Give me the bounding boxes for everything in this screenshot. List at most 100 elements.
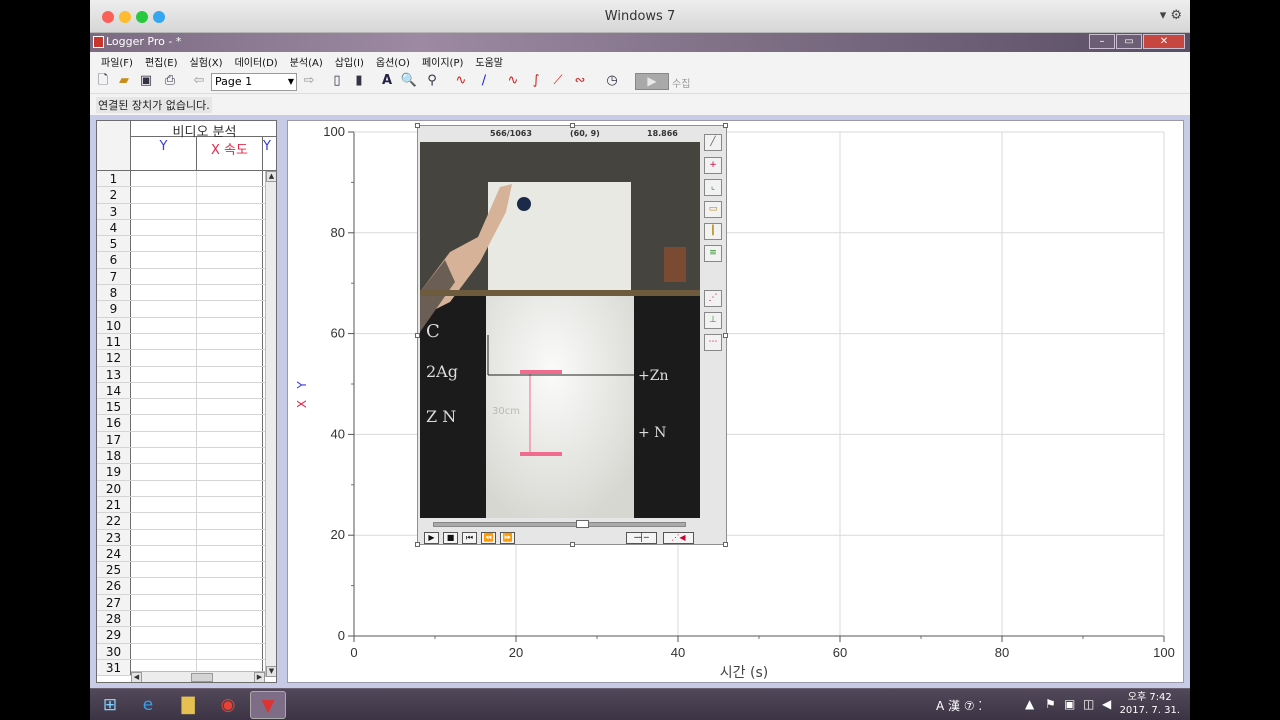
cell-y[interactable] <box>131 611 197 627</box>
column-header-y[interactable]: Y <box>131 137 197 171</box>
cell-x-velocity[interactable] <box>197 627 263 643</box>
cell-y[interactable] <box>131 643 197 659</box>
cell-y[interactable] <box>131 285 197 301</box>
examine-icon[interactable]: ∿ <box>452 72 470 90</box>
stop-icon[interactable]: ■ <box>443 532 458 544</box>
scroll-right-icon[interactable]: ▶ <box>254 672 265 682</box>
file-explorer-icon[interactable]: ▇ <box>170 691 206 719</box>
show-path-icon[interactable]: ⋰ <box>704 290 722 307</box>
host-settings-icon[interactable]: ▾ ⚙ <box>1160 8 1182 23</box>
resize-handle-w[interactable] <box>415 333 420 338</box>
collect-button[interactable]: ▶ <box>635 73 669 90</box>
table-row[interactable]: 29 <box>97 627 276 644</box>
video-timeline-thumb[interactable] <box>576 520 589 528</box>
cell-x-velocity[interactable] <box>197 333 263 350</box>
menu-page[interactable]: 페이지(P) <box>416 52 469 69</box>
resize-handle-sw[interactable] <box>415 542 420 547</box>
save-icon[interactable]: ▣ <box>137 72 155 90</box>
table-row[interactable]: 25 <box>97 562 276 579</box>
cell-x-velocity[interactable] <box>197 643 263 659</box>
cell-y[interactable] <box>131 219 197 236</box>
cell-y[interactable] <box>131 562 197 578</box>
cell-y[interactable] <box>131 513 197 529</box>
cell-y[interactable] <box>131 399 197 415</box>
new-file-icon[interactable]: 🗋 <box>94 72 112 90</box>
data-table-icon[interactable]: ▯ <box>328 72 346 90</box>
menu-help[interactable]: 도움말 <box>469 52 509 69</box>
table-row[interactable]: 20 <box>97 480 276 497</box>
cell-y[interactable] <box>131 627 197 643</box>
cell-x-velocity[interactable] <box>197 219 263 236</box>
video-sync-icon[interactable]: ─┤─ <box>626 532 657 544</box>
volume-icon[interactable]: ◀ <box>1102 697 1111 711</box>
horizontal-scroll-thumb[interactable] <box>191 673 213 682</box>
resize-handle-e[interactable] <box>723 333 728 338</box>
point-series-icon[interactable]: ≡ <box>704 245 722 262</box>
table-row[interactable]: 28 <box>97 611 276 628</box>
logger-pro-taskbar-icon[interactable]: ▼ <box>250 691 286 719</box>
video-analysis-window[interactable]: 566/1063 (60, 9) 18.866 C 2Ag Z N +Zn + … <box>415 123 728 547</box>
safely-remove-icon[interactable]: ▣ <box>1064 697 1075 711</box>
close-button[interactable]: ✕ <box>1143 34 1185 49</box>
resize-handle-ne[interactable] <box>723 123 728 128</box>
table-row[interactable]: 4 <box>97 219 276 237</box>
table-row[interactable]: 11 <box>97 333 276 351</box>
set-coordinates-icon[interactable]: ⊥ <box>704 312 722 329</box>
tangent-icon[interactable]: ∕ <box>475 72 493 90</box>
video-select-tool-icon[interactable]: ╱ <box>704 134 722 151</box>
table-vertical-scrollbar[interactable]: ▲ ▼ <box>265 171 276 677</box>
cell-x-velocity[interactable] <box>197 252 263 268</box>
cell-y[interactable] <box>131 366 197 382</box>
show-points-icon[interactable]: ⋰◀ <box>663 532 694 544</box>
cell-y[interactable] <box>131 236 197 252</box>
set-origin-icon[interactable]: ⌞ <box>704 179 722 196</box>
tray-overflow-icon[interactable]: ▲ <box>1025 697 1034 711</box>
table-row[interactable]: 3 <box>97 203 276 220</box>
table-row[interactable]: 5 <box>97 236 276 253</box>
cell-y[interactable] <box>131 268 197 285</box>
table-row[interactable]: 14 <box>97 382 276 400</box>
column-header-x-velocity[interactable]: X 속도 <box>197 137 263 171</box>
cell-x-velocity[interactable] <box>197 236 263 252</box>
table-horizontal-scrollbar[interactable]: ◀ ▶ <box>131 671 265 682</box>
network-icon[interactable]: ◫ <box>1083 697 1094 711</box>
menu-options[interactable]: 옵션(O) <box>370 52 416 69</box>
cell-x-velocity[interactable] <box>197 529 263 545</box>
cell-x-velocity[interactable] <box>197 611 263 627</box>
play-icon[interactable]: ▶ <box>424 532 439 544</box>
cell-y[interactable] <box>131 350 197 366</box>
integral-icon[interactable]: ∫ <box>527 72 545 90</box>
table-row[interactable]: 9 <box>97 301 276 318</box>
cell-y[interactable] <box>131 187 197 203</box>
print-icon[interactable]: ⎙ <box>161 72 179 90</box>
cell-y[interactable] <box>131 415 197 431</box>
curve-fit-icon[interactable]: ∾ <box>571 72 589 90</box>
column-header-y2[interactable]: Y <box>263 137 276 171</box>
autoscale-icon[interactable]: A <box>378 72 396 90</box>
cell-x-velocity[interactable] <box>197 562 263 578</box>
table-row[interactable]: 17 <box>97 431 276 449</box>
table-row[interactable]: 30 <box>97 643 276 660</box>
ime-indicator[interactable]: A 漢 ⑦ ⁚ <box>936 697 982 714</box>
cell-y[interactable] <box>131 496 197 513</box>
chrome-icon[interactable]: ◉ <box>210 691 246 719</box>
table-row[interactable]: 12 <box>97 350 276 367</box>
open-folder-icon[interactable]: ▰ <box>115 72 133 90</box>
cell-x-velocity[interactable] <box>197 513 263 529</box>
internet-explorer-icon[interactable]: e <box>130 691 166 719</box>
scroll-up-icon[interactable]: ▲ <box>266 171 276 182</box>
page-select[interactable]: Page 1 ▼ <box>211 73 297 91</box>
cell-x-velocity[interactable] <box>197 301 263 317</box>
table-row[interactable]: 19 <box>97 464 276 481</box>
cell-x-velocity[interactable] <box>197 545 263 562</box>
cell-y[interactable] <box>131 171 197 187</box>
cell-x-velocity[interactable] <box>197 350 263 366</box>
table-row[interactable]: 24 <box>97 545 276 563</box>
cell-x-velocity[interactable] <box>197 285 263 301</box>
table-row[interactable]: 1 <box>97 171 276 188</box>
go-to-start-icon[interactable]: ⏮ <box>462 532 477 544</box>
cell-x-velocity[interactable] <box>197 415 263 431</box>
table-row[interactable]: 13 <box>97 366 276 383</box>
action-center-icon[interactable]: ⚑ <box>1045 697 1056 711</box>
set-scale-icon[interactable]: ▭ <box>704 201 722 218</box>
